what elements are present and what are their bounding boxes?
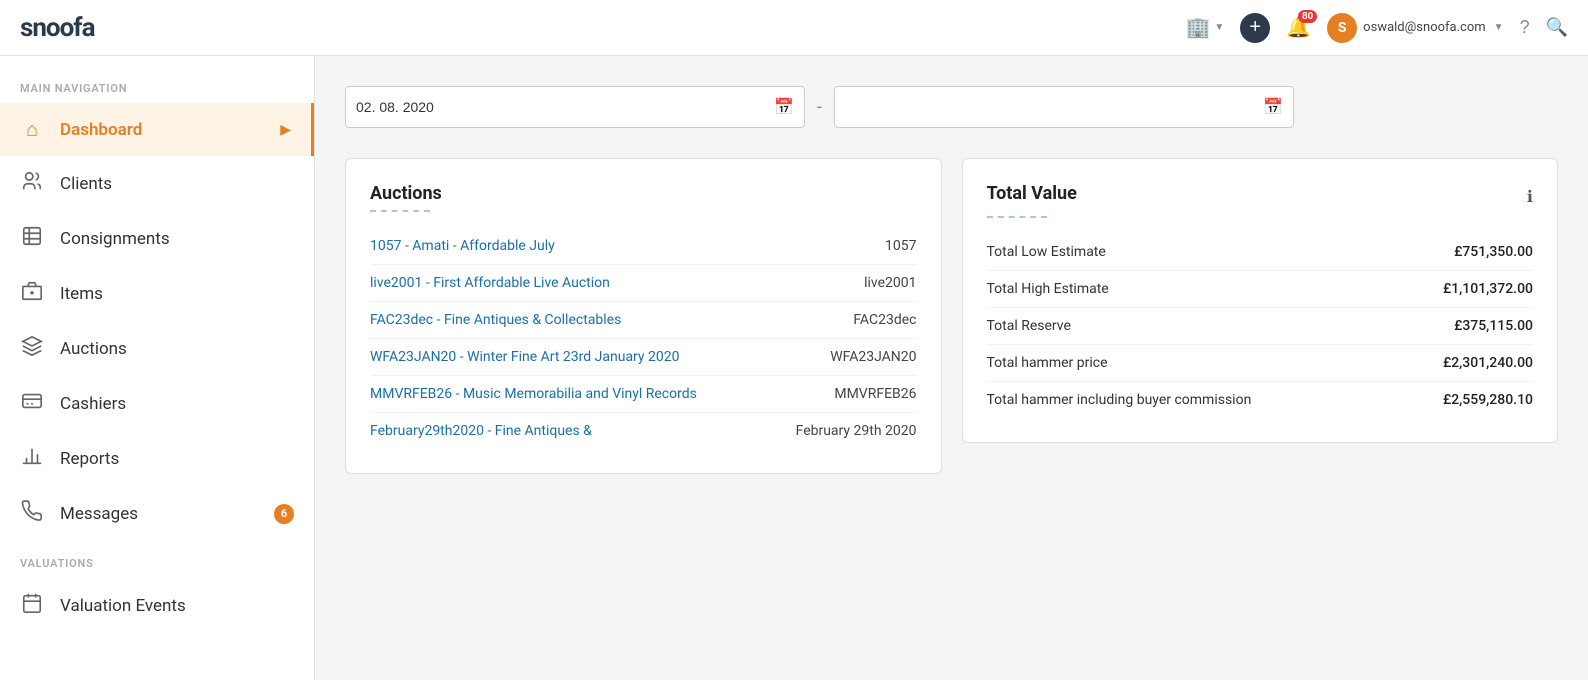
tv-value-0: £751,350.00 (1454, 244, 1533, 260)
auction-link-2[interactable]: FAC23dec - Fine Antiques & Collectables (370, 312, 843, 328)
sidebar-item-items[interactable]: Items (0, 266, 314, 321)
auction-code-1: live2001 (864, 275, 916, 291)
tv-row-3: Total hammer price £2,301,240.00 (987, 345, 1534, 382)
home-icon: ⌂ (20, 117, 44, 142)
sidebar-label-valuation-events: Valuation Events (60, 596, 186, 616)
tv-row-2: Total Reserve £375,115.00 (987, 308, 1534, 345)
tv-value-3: £2,301,240.00 (1443, 355, 1533, 371)
auction-code-5: February 29th 2020 (796, 423, 917, 439)
help-button[interactable]: ? (1520, 17, 1530, 38)
tv-row-4: Total hammer including buyer commission … (987, 382, 1534, 418)
auctions-card-title: Auctions (370, 183, 917, 204)
user-email: oswald@snoofa.com (1363, 20, 1485, 35)
sidebar-label-messages: Messages (60, 504, 138, 524)
sidebar-arrow-dashboard: ▶ (280, 122, 291, 138)
layout: MAIN NAVIGATION ⌂ Dashboard ▶ Clients (0, 56, 1588, 680)
date-separator: - (817, 97, 822, 118)
header-right: 🏢 ▼ + 🔔 80 S oswald@snoofa.com ▼ ? 🔍 (1184, 13, 1568, 43)
auction-link-4[interactable]: MMVRFEB26 - Music Memorabilia and Vinyl … (370, 386, 824, 402)
auction-item: live2001 - First Affordable Live Auction… (370, 265, 917, 302)
building-icon: 🏢 (1184, 14, 1212, 42)
calendar-end-button[interactable]: 📅 (1263, 97, 1283, 117)
messages-icon (20, 500, 44, 527)
sidebar-section-main: MAIN NAVIGATION (0, 66, 314, 103)
add-button[interactable]: + (1240, 13, 1270, 43)
sidebar-item-clients[interactable]: Clients (0, 156, 314, 211)
sidebar-section-valuations: VALUATIONS (0, 541, 314, 578)
total-value-title: Total Value (987, 183, 1077, 204)
tv-label-4: Total hammer including buyer commission (987, 392, 1252, 408)
auction-item: WFA23JAN20 - Winter Fine Art 23rd Januar… (370, 339, 917, 376)
sidebar-item-consignments[interactable]: Consignments (0, 211, 314, 266)
user-dropdown-arrow: ▼ (1494, 22, 1504, 33)
auctions-icon (20, 335, 44, 362)
auctions-card: Auctions 1057 - Amati - Affordable July … (345, 158, 942, 474)
notification-button[interactable]: 🔔 80 (1286, 15, 1311, 40)
sidebar-label-items: Items (60, 284, 103, 304)
building-selector-button[interactable]: 🏢 ▼ (1184, 14, 1224, 42)
auction-code-4: MMVRFEB26 (834, 386, 916, 402)
search-button[interactable]: 🔍 (1546, 17, 1568, 38)
auction-item: 1057 - Amati - Affordable July 1057 (370, 228, 917, 265)
sidebar-item-dashboard[interactable]: ⌂ Dashboard ▶ (0, 103, 314, 156)
auction-link-0[interactable]: 1057 - Amati - Affordable July (370, 238, 875, 254)
tv-value-2: £375,115.00 (1454, 318, 1533, 334)
auction-code-0: 1057 (885, 238, 916, 254)
tv-label-0: Total Low Estimate (987, 244, 1106, 260)
messages-badge: 6 (274, 504, 294, 524)
main-content: 📅 - 📅 Auctions 1057 - Amati - Affordable… (315, 56, 1588, 680)
sidebar-item-messages[interactable]: Messages 6 (0, 486, 314, 541)
date-range-row: 📅 - 📅 (345, 86, 1558, 128)
sidebar-label-cashiers: Cashiers (60, 394, 126, 414)
date-end-wrap: 📅 (834, 86, 1294, 128)
date-start-input[interactable] (356, 99, 774, 115)
top-header: snoofa 🏢 ▼ + 🔔 80 S oswald@snoofa.com ▼ … (0, 0, 1588, 56)
sidebar-label-reports: Reports (60, 449, 119, 469)
sidebar-label-auctions: Auctions (60, 339, 127, 359)
total-value-card: Total Value ℹ Total Low Estimate £751,35… (962, 158, 1559, 443)
auction-link-1[interactable]: live2001 - First Affordable Live Auction (370, 275, 854, 291)
total-value-divider (987, 216, 1047, 218)
building-dropdown-arrow: ▼ (1214, 22, 1224, 33)
people-icon (20, 170, 44, 197)
calendar-start-button[interactable]: 📅 (774, 97, 794, 117)
reports-icon (20, 445, 44, 472)
sidebar-label-dashboard: Dashboard (60, 120, 142, 140)
auction-link-5[interactable]: February29th2020 - Fine Antiques & (370, 423, 786, 439)
sidebar-item-reports[interactable]: Reports (0, 431, 314, 486)
items-icon (20, 280, 44, 307)
sidebar-item-cashiers[interactable]: Cashiers (0, 376, 314, 431)
avatar: S (1327, 13, 1357, 43)
tv-value-1: £1,101,372.00 (1443, 281, 1533, 297)
info-icon[interactable]: ℹ (1527, 187, 1533, 206)
cashiers-icon (20, 390, 44, 417)
auction-item: FAC23dec - Fine Antiques & Collectables … (370, 302, 917, 339)
tv-value-4: £2,559,280.10 (1443, 392, 1533, 408)
notification-badge: 80 (1298, 10, 1317, 23)
logo: snoofa (20, 13, 95, 43)
date-start-wrap: 📅 (345, 86, 805, 128)
sidebar: MAIN NAVIGATION ⌂ Dashboard ▶ Clients (0, 56, 315, 680)
tv-label-1: Total High Estimate (987, 281, 1109, 297)
sidebar-item-auctions[interactable]: Auctions (0, 321, 314, 376)
sidebar-item-valuation-events[interactable]: Valuation Events (0, 578, 314, 633)
auction-code-2: FAC23dec (853, 312, 916, 328)
cards-row: Auctions 1057 - Amati - Affordable July … (345, 158, 1558, 474)
tv-label-2: Total Reserve (987, 318, 1071, 334)
auction-item: MMVRFEB26 - Music Memorabilia and Vinyl … (370, 376, 917, 413)
auctions-card-divider (370, 210, 430, 212)
sidebar-label-clients: Clients (60, 174, 112, 194)
tv-row-0: Total Low Estimate £751,350.00 (987, 234, 1534, 271)
user-info[interactable]: S oswald@snoofa.com ▼ (1327, 13, 1503, 43)
tv-label-3: Total hammer price (987, 355, 1108, 371)
sidebar-label-consignments: Consignments (60, 229, 170, 249)
auction-link-3[interactable]: WFA23JAN20 - Winter Fine Art 23rd Januar… (370, 349, 820, 365)
auction-item: February29th2020 - Fine Antiques & Febru… (370, 413, 917, 449)
tv-row-1: Total High Estimate £1,101,372.00 (987, 271, 1534, 308)
date-end-input[interactable] (845, 99, 1263, 115)
consignments-icon (20, 225, 44, 252)
auction-code-3: WFA23JAN20 (830, 349, 916, 365)
calendar-icon (20, 592, 44, 619)
total-value-header: Total Value ℹ (987, 183, 1534, 210)
